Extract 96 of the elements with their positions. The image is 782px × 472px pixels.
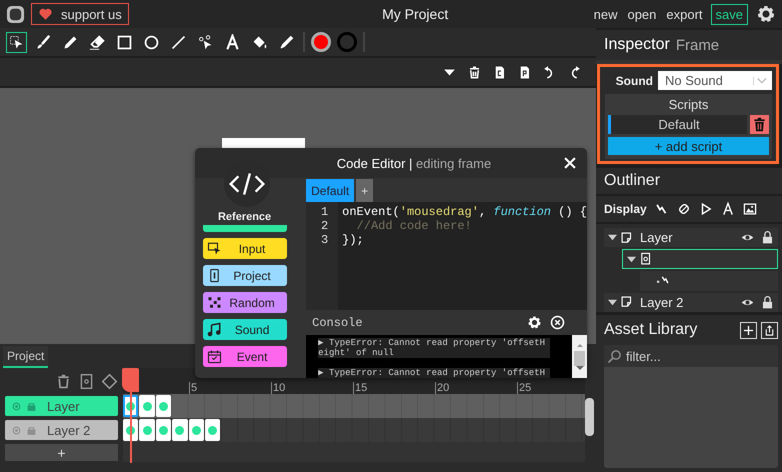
layer-outliner-item[interactable]: Layer 2 [604,292,778,312]
add-layer-button[interactable]: + [5,444,118,461]
code-editor-title: Code Editor | editing frame [336,156,492,170]
random-icon [206,295,222,310]
input-icon [206,241,222,256]
keyframe[interactable] [188,419,204,441]
console-title: Console [312,316,364,330]
layer-icon [620,295,634,310]
image-filter-icon[interactable] [742,202,757,216]
scripts-heading: Scripts [668,97,710,112]
outliner-label: Layer [640,230,674,246]
save-button[interactable]: save [710,4,748,24]
clip-filter-icon[interactable] [676,202,691,216]
brush-icon [35,34,52,50]
export-asset-button[interactable] [761,322,778,338]
frame-icon [639,252,653,266]
code-line: }); [342,233,364,247]
menu-link[interactable]: open [627,6,656,22]
heart-icon [38,6,53,22]
layer-name: Layer 2 [47,422,90,438]
menu-link[interactable]: export [666,6,703,22]
text-icon [224,34,241,50]
stroke-color-swatch[interactable] [337,32,357,52]
settings-icon[interactable] [756,4,776,24]
frame-outliner-item[interactable] [622,249,778,270]
select-tool-button[interactable] [6,32,27,52]
add-asset-button[interactable] [740,322,757,338]
project-tab[interactable]: Project [3,346,48,368]
settings-icon[interactable] [527,315,542,330]
event-reference-button[interactable]: Event [202,346,287,367]
playhead[interactable] [122,368,139,463]
caret-down-icon[interactable] [608,298,617,307]
line-number: 3 [320,233,328,247]
scrollbar-thumb[interactable] [585,398,594,436]
ellipse-icon [143,34,160,50]
project-reference-button[interactable]: Project [202,265,287,286]
plus-icon [742,324,755,336]
random-reference-button[interactable]: Random [202,292,287,313]
fill-color-swatch[interactable] [311,32,331,52]
keyframe[interactable] [156,395,172,417]
sound-reference-button[interactable]: Sound [202,319,287,340]
filter-field[interactable]: filter... [604,345,778,367]
code-line: //Add code here! [356,219,472,233]
line-icon [170,34,187,50]
script-item[interactable]: Default [608,115,747,134]
display-label: Display [604,202,647,216]
sound-dropdown[interactable]: No Sound [658,71,772,90]
sound-icon [206,322,222,337]
support-us-button[interactable]: support us [31,3,129,25]
code-line: onEvent('mousedrag', function () { [342,205,587,219]
asset-library-title: Asset Library [604,321,698,339]
project-title: My Project [381,6,450,22]
layer-outliner-item[interactable]: Layer [604,228,778,248]
select-icon [8,34,25,50]
event-icon [206,349,222,364]
inspector-subtitle: Frame [676,36,720,54]
console-message: ▶ TypeError: Cannot read property 'offsetH [318,368,550,378]
reference-heading: Reference [218,211,272,223]
text-filter-icon[interactable] [720,202,735,216]
frame-icon[interactable] [78,372,95,390]
diamond-icon[interactable] [101,372,118,390]
rectangle-icon [116,34,133,50]
pencil-icon [62,34,79,50]
eyedropper-icon [278,34,295,50]
fill-icon [251,34,268,50]
path-filter-icon[interactable] [654,202,669,216]
app-logo-icon[interactable] [6,4,25,24]
add-script-button[interactable]: + add script [608,137,769,155]
outliner-title: Outliner [596,168,782,194]
sound-label: Sound [616,74,653,88]
console-message: ▶ TypeError: Cannot read property 'offsetHeight' of null [318,338,550,358]
pathedit-icon [197,34,214,50]
keyframe[interactable] [156,419,172,441]
caret-down-icon[interactable] [608,233,617,242]
line-number: 2 [320,219,328,233]
scrollbar[interactable] [572,335,587,378]
caret-down-icon[interactable] [627,254,636,264]
input-reference-button[interactable]: Input [202,238,287,259]
close-icon[interactable] [563,156,577,170]
share-icon [763,324,776,336]
clear-icon[interactable] [550,315,565,330]
keyframe[interactable] [204,419,220,441]
trash-icon[interactable] [467,64,482,80]
menu-link[interactable]: new [594,6,618,22]
layer-icon [620,230,634,245]
lock-icon[interactable] [761,296,774,309]
delete-script-button[interactable] [750,115,769,134]
lock-icon[interactable] [761,231,774,244]
inspector-title: Inspector [604,36,670,54]
script-tab[interactable]: Default [306,179,354,202]
add-tab-button[interactable]: + [356,179,374,202]
outliner-label: Layer 2 [640,294,684,310]
search-icon [607,349,622,364]
layer-name: Layer [47,398,80,414]
line-number: 1 [320,205,328,219]
eraser-icon [89,34,106,50]
